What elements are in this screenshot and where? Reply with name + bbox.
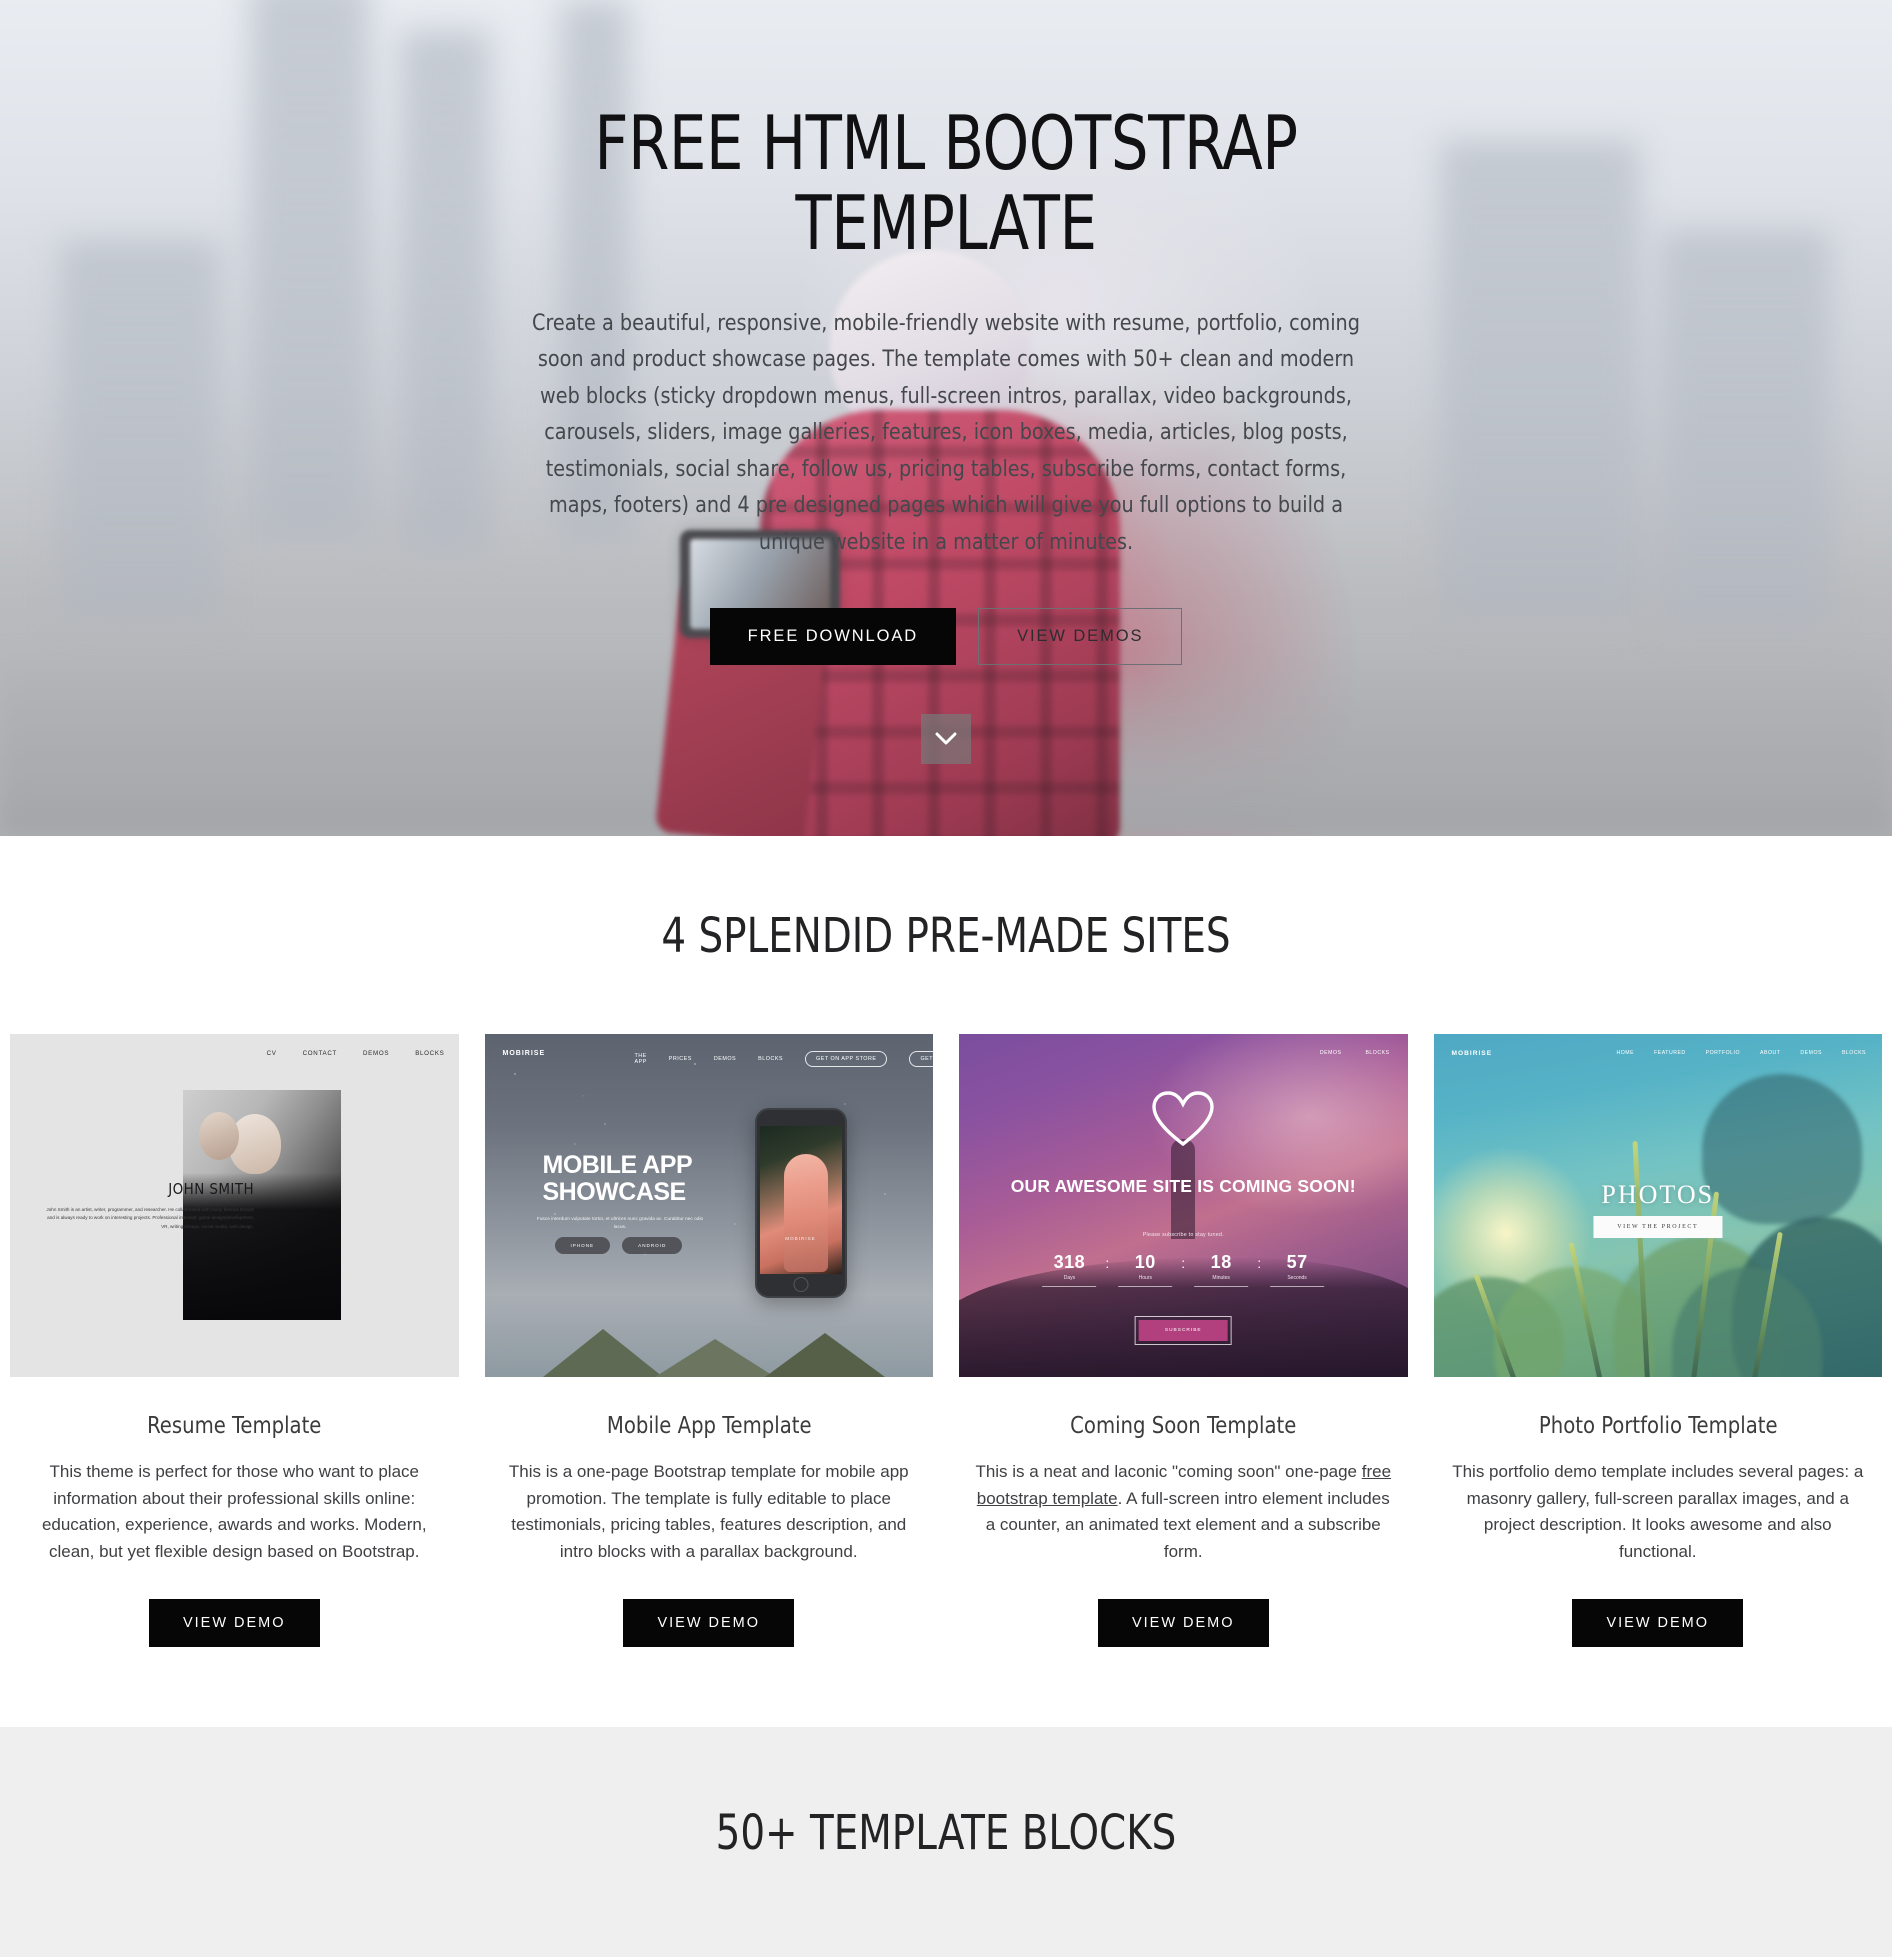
desc-text-before: This is a neat and laconic "coming soon"…	[975, 1462, 1362, 1481]
subscribe-label: SUBSCRIBE	[1138, 1320, 1228, 1341]
iphone-button: IPHONE	[554, 1237, 611, 1254]
view-demo-button[interactable]: VIEW DEMO	[148, 1599, 320, 1648]
preview-nav-item: BLOCKS	[1841, 1050, 1866, 1056]
view-the-project-button: VIEW THE PROJECT	[1593, 1216, 1723, 1238]
countdown-label: Minutes	[1194, 1275, 1249, 1287]
coming-soon-template-preview[interactable]: DEMOS BLOCKS OUR AWESOME SITE IS COMING …	[959, 1034, 1408, 1377]
template-card-resume: CV CONTACT DEMOS BLOCKS JOHN SMITH John …	[10, 1034, 459, 1648]
countdown-value: 318	[1053, 1252, 1086, 1272]
countdown-separator: :	[1181, 1255, 1186, 1271]
countdown-counter: 318 Days : 10 Hours : 18 Minutes : 57 Se…	[1042, 1252, 1325, 1287]
preview-nav-item: PRICES	[668, 1056, 692, 1062]
countdown-label: Hours	[1118, 1275, 1173, 1287]
countdown-value: 10	[1134, 1252, 1156, 1272]
countdown-label: Seconds	[1270, 1275, 1325, 1287]
chevron-down-icon	[935, 732, 957, 745]
phone-mockup: MOBIRISE	[754, 1108, 847, 1298]
preview-nav-item: BLOCKS	[1365, 1050, 1390, 1056]
preview-nav: DEMOS BLOCKS	[1320, 1050, 1390, 1056]
countdown-unit: 10 Hours	[1118, 1252, 1173, 1287]
template-cards-grid: CV CONTACT DEMOS BLOCKS JOHN SMITH John …	[0, 1034, 1892, 1648]
heart-icon	[1151, 1090, 1215, 1148]
countdown-value: 57	[1286, 1252, 1308, 1272]
preview-subtext: Please subscribe to stay tuned.	[1142, 1232, 1224, 1238]
card-description: This portfolio demo template includes se…	[1452, 1462, 1864, 1561]
preview-subtext: Fusce interdum vulputate tortor, et ultr…	[536, 1217, 704, 1231]
preview-headline: MOBILE APP SHOWCASE	[542, 1151, 693, 1206]
photo-portfolio-template-preview[interactable]: MOBIRISE HOME FEATURED PORTFOLIO ABOUT D…	[1433, 1034, 1882, 1377]
view-demo-button[interactable]: VIEW DEMO	[1572, 1599, 1744, 1648]
preview-nav: CV CONTACT DEMOS BLOCKS	[267, 1050, 445, 1057]
view-demos-button[interactable]: VIEW DEMOS	[978, 608, 1183, 666]
preview-nav-item: BLOCKS	[415, 1050, 445, 1057]
page-title: FREE HTML BOOTSTRAP TEMPLATE	[594, 99, 1298, 267]
preview-nav-item: DEMOS	[1800, 1050, 1822, 1056]
preview-buttons: IPHONE ANDROID	[554, 1237, 683, 1254]
section-heading-blocks: 50+ TEMPLATE BLOCKS	[715, 1805, 1177, 1862]
template-card-coming-soon: DEMOS BLOCKS OUR AWESOME SITE IS COMING …	[959, 1034, 1408, 1648]
template-card-mobile-app: MOBIRISE THE APP PRICES DEMOS BLOCKS GET…	[484, 1034, 933, 1648]
hero-subtitle: Create a beautiful, responsive, mobile-f…	[532, 310, 1360, 555]
template-blocks-section: 50+ TEMPLATE BLOCKS	[0, 1727, 1892, 1957]
app-store-button: GET ON APP STORE	[805, 1051, 888, 1067]
scroll-down-button[interactable]	[921, 714, 971, 764]
preview-nav-item: HOME	[1616, 1050, 1635, 1056]
preview-nav: THE APP PRICES DEMOS BLOCKS GET ON APP S…	[634, 1051, 933, 1067]
resume-template-preview[interactable]: CV CONTACT DEMOS BLOCKS JOHN SMITH John …	[10, 1034, 459, 1377]
card-description: This is a neat and laconic "coming soon"…	[973, 1459, 1394, 1565]
free-download-button[interactable]: FREE DOWNLOAD	[709, 608, 957, 666]
countdown-separator: :	[1257, 1255, 1262, 1271]
countdown-label: Days	[1042, 1275, 1097, 1287]
play-market-button: GET ON PLAY MARKET	[909, 1051, 933, 1067]
hero-button-group: FREE DOWNLOAD VIEW DEMOS	[0, 608, 1892, 666]
card-description: This is a one-page Bootstrap template fo…	[508, 1462, 909, 1561]
preview-nav-item: BLOCKS	[758, 1056, 784, 1062]
preview-logo: MOBIRISE	[1451, 1050, 1493, 1057]
preview-nav-item: CV	[266, 1050, 277, 1057]
phone-brand-label: MOBIRISE	[785, 1236, 816, 1241]
preview-nav-item: FEATURED	[1654, 1050, 1686, 1056]
hero-section: FREE HTML BOOTSTRAP TEMPLATE Create a be…	[0, 0, 1892, 836]
card-title: Photo Portfolio Template	[1538, 1413, 1778, 1439]
preview-photo	[182, 1090, 341, 1320]
premade-sites-section: 4 SPLENDID PRE-MADE SITES CV CONTACT DEM…	[0, 836, 1892, 1728]
countdown-unit: 57 Seconds	[1270, 1252, 1325, 1287]
preview-name: JOHN SMITH	[168, 1180, 254, 1198]
preview-nav-item: DEMOS	[362, 1050, 390, 1057]
mobile-app-template-preview[interactable]: MOBIRISE THE APP PRICES DEMOS BLOCKS GET…	[484, 1034, 933, 1377]
countdown-unit: 18 Minutes	[1194, 1252, 1249, 1287]
preview-logo: MOBIRISE	[502, 1050, 546, 1057]
preview-nav-item: ABOUT	[1760, 1050, 1781, 1056]
preview-nav-item: CONTACT	[302, 1050, 337, 1057]
preview-headline: OUR AWESOME SITE IS COMING SOON!	[1010, 1176, 1356, 1196]
mountains	[484, 1319, 933, 1377]
view-demo-button[interactable]: VIEW DEMO	[1097, 1599, 1269, 1648]
section-heading-sites: 4 SPLENDID PRE-MADE SITES	[661, 908, 1231, 964]
subscribe-button: SUBSCRIBE	[1134, 1316, 1232, 1345]
preview-nav-item: DEMOS	[713, 1056, 737, 1062]
preview-nav-item: THE APP	[634, 1053, 647, 1065]
card-title: Coming Soon Template	[1070, 1413, 1297, 1439]
android-button: ANDROID	[622, 1237, 683, 1254]
countdown-value: 18	[1210, 1252, 1232, 1272]
preview-nav: HOME FEATURED PORTFOLIO ABOUT DEMOS BLOC…	[1617, 1050, 1866, 1056]
card-description: This theme is perfect for those who want…	[41, 1462, 427, 1561]
card-title: Mobile App Template	[606, 1413, 812, 1439]
preview-blurb: John Smith is an artist, writer, program…	[46, 1207, 254, 1229]
preview-headline: PHOTOS	[1601, 1180, 1715, 1209]
countdown-unit: 318 Days	[1042, 1252, 1097, 1287]
preview-nav-item: PORTFOLIO	[1705, 1050, 1741, 1056]
template-card-photo-portfolio: MOBIRISE HOME FEATURED PORTFOLIO ABOUT D…	[1433, 1034, 1882, 1648]
view-demo-button[interactable]: VIEW DEMO	[623, 1599, 795, 1648]
countdown-separator: :	[1105, 1255, 1110, 1271]
card-title: Resume Template	[147, 1413, 322, 1439]
preview-nav-item: DEMOS	[1319, 1050, 1342, 1056]
